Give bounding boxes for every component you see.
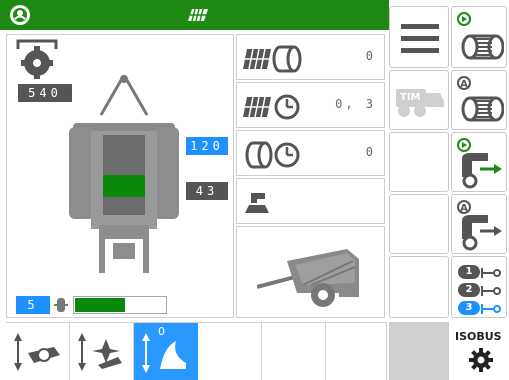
tim-button[interactable]: TIM <box>389 70 449 130</box>
layer-1-badge: 1 <box>458 265 480 279</box>
counter-ground[interactable] <box>236 178 385 224</box>
knife-button[interactable]: 0 <box>134 323 198 380</box>
power-status-icon[interactable] <box>10 5 30 25</box>
field-bale-counter-icon <box>241 43 303 73</box>
baler-side-view-panel[interactable] <box>236 226 385 318</box>
bale-count-readout: 43 <box>186 182 228 200</box>
bale-time-icon <box>241 139 303 169</box>
isobus-settings-button[interactable]: ISOBUS <box>451 322 509 380</box>
gear-icon <box>469 348 493 372</box>
bale-time-value: 0 <box>365 145 376 159</box>
layer-1-label: 1 <box>465 266 473 277</box>
tim-label: TIM <box>400 92 421 103</box>
layer-2-badge: 2 <box>458 283 480 297</box>
main-menu-button[interactable] <box>389 6 449 68</box>
fill-level-bar <box>73 296 167 314</box>
machine-overview-panel: 540 120 43 5 <box>6 34 234 318</box>
auto-net-wrap-icon: A <box>456 75 505 127</box>
baler-side-view-icon <box>256 241 367 309</box>
rotor-button[interactable] <box>70 323 134 380</box>
layer-3-badge: 3 <box>458 301 480 315</box>
auto-eject-button[interactable]: A <box>451 194 507 254</box>
counter-bale-time[interactable]: 0 <box>236 130 385 176</box>
field-grid-icon <box>186 7 210 23</box>
layer-2-connector-icon <box>480 283 502 297</box>
rotor-icon <box>78 333 128 371</box>
svg-text:A: A <box>460 203 468 214</box>
bottom-gray-block <box>389 322 449 380</box>
bale-diameter-readout: 120 <box>186 137 228 155</box>
empty-button-3[interactable] <box>389 256 449 318</box>
manual-net-wrap-icon <box>456 11 505 65</box>
pickup-raise-icon <box>14 333 64 371</box>
layer-select-button[interactable]: 1 2 3 <box>451 256 507 318</box>
fill-level-number: 5 <box>16 296 50 314</box>
knife-icon <box>142 333 192 373</box>
bottom-empty-3[interactable] <box>326 323 387 380</box>
empty-button-1[interactable] <box>389 132 449 192</box>
isobus-label: ISOBUS <box>455 330 502 343</box>
pickup-raise-button[interactable] <box>6 323 70 380</box>
layer-3-label: 3 <box>465 302 473 313</box>
manual-eject-icon <box>456 137 504 189</box>
field-bale-count: 0 <box>365 49 376 63</box>
fill-level-bar-fill <box>75 298 125 312</box>
layer-2-label: 2 <box>465 284 473 295</box>
svg-text:A: A <box>460 79 468 90</box>
ground-position-icon <box>243 191 271 215</box>
counter-field-bales[interactable]: 0 <box>236 34 385 80</box>
baler-rear-view <box>69 74 179 297</box>
manual-net-wrap-button[interactable] <box>451 6 507 68</box>
layer-3-connector-icon <box>480 301 502 315</box>
bottom-empty-1[interactable] <box>198 323 262 380</box>
layer-1-connector-icon <box>480 265 502 279</box>
auto-eject-icon: A <box>456 199 504 251</box>
counter-field-time[interactable]: 0, 3 <box>236 82 385 128</box>
manual-eject-button[interactable] <box>451 132 507 192</box>
field-time-icon <box>241 91 303 121</box>
field-time-value: 0, 3 <box>335 97 376 111</box>
pto-speed-readout: 540 <box>18 84 72 102</box>
bottom-empty-2[interactable] <box>262 323 326 380</box>
pto-gear-icon <box>16 39 58 79</box>
empty-button-2[interactable] <box>389 194 449 254</box>
top-status-bar <box>0 0 389 30</box>
bale-density-icon <box>54 296 68 314</box>
auto-net-wrap-button[interactable]: A <box>451 70 507 130</box>
menu-icon <box>401 22 439 54</box>
